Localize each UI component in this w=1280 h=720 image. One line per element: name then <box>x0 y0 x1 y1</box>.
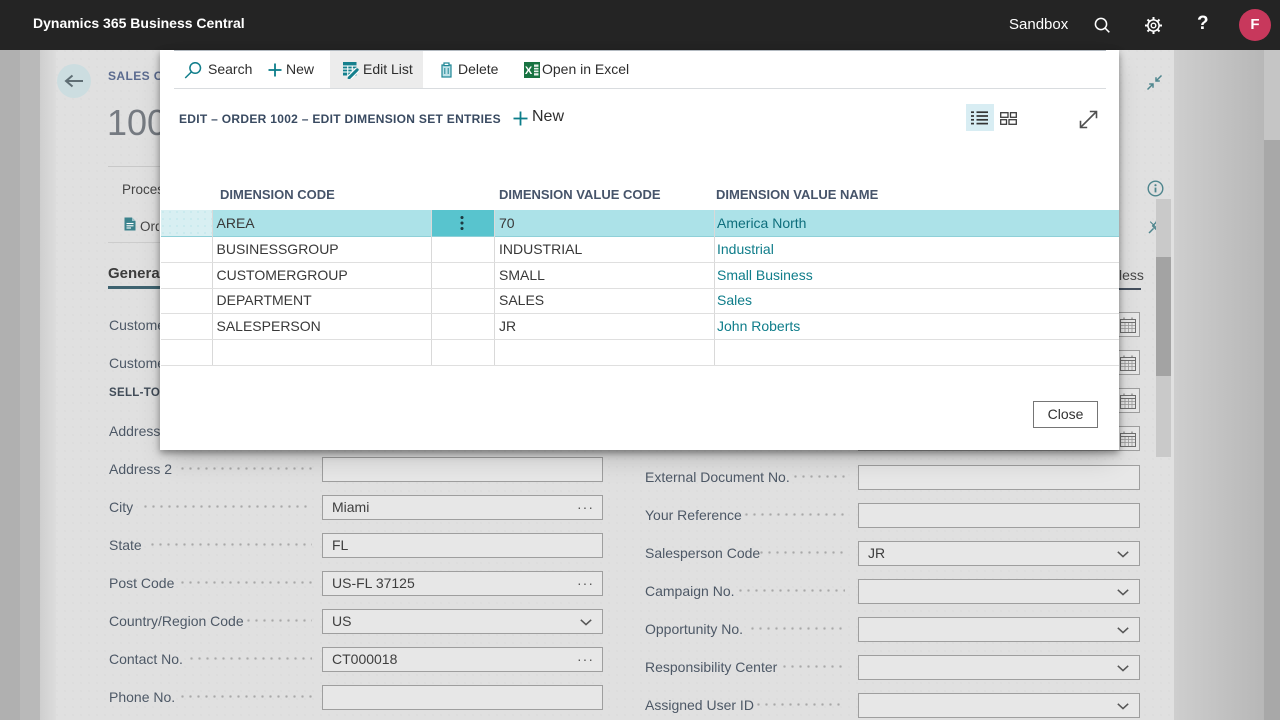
svg-text:X: X <box>525 65 533 77</box>
